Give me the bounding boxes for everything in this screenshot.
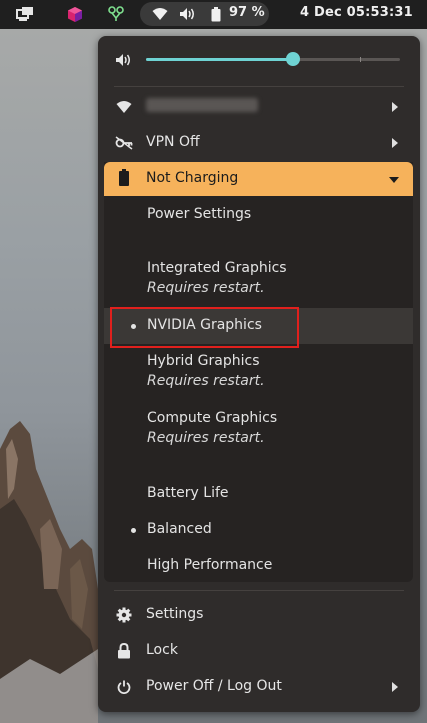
wifi-icon: [115, 98, 133, 116]
window-switcher-icon[interactable]: [16, 6, 34, 22]
chevron-right-icon: [392, 102, 398, 112]
chevron-right-icon: [392, 138, 398, 148]
separator: [114, 86, 404, 87]
selected-dot-icon: [131, 528, 136, 533]
graphics-option-label: Compute Graphics: [147, 410, 278, 426]
power-icon: [115, 678, 133, 696]
battery-icon: [211, 6, 221, 22]
power-off-label: Power Off / Log Out: [146, 678, 282, 694]
lock-menu-item[interactable]: Lock: [98, 640, 420, 662]
wifi-icon: [152, 6, 168, 22]
power-settings-item[interactable]: Power Settings: [104, 204, 413, 226]
power-profile-label: Battery Life: [147, 485, 229, 501]
wifi-menu-item[interactable]: [98, 96, 420, 118]
lock-icon: [115, 642, 133, 660]
graphics-option-note: Requires restart.: [147, 280, 265, 296]
network-tool-icon[interactable]: [107, 6, 125, 22]
power-profile-option[interactable]: Battery Life: [104, 483, 413, 505]
graphics-option-label: Hybrid Graphics: [147, 353, 260, 369]
power-profile-option[interactable]: High Performance: [104, 555, 413, 577]
power-profile-option[interactable]: Balanced: [104, 519, 413, 541]
wifi-network-name: [146, 98, 258, 112]
volume-slider-mark: [360, 57, 361, 62]
power-off-menu-item[interactable]: Power Off / Log Out: [98, 676, 420, 698]
separator: [114, 590, 404, 591]
system-tray[interactable]: 97 %: [140, 2, 269, 26]
power-menu-header[interactable]: Not Charging: [104, 162, 413, 196]
graphics-option-note: Requires restart.: [147, 430, 265, 446]
volume-slider-handle[interactable]: [286, 52, 300, 66]
system-menu: VPN Off Not Charging Power Settings Inte…: [98, 36, 420, 712]
graphics-option-label: Integrated Graphics: [147, 260, 287, 276]
highlight-box: [110, 307, 299, 348]
graphics-option[interactable]: Hybrid Graphics Requires restart.: [104, 351, 413, 393]
volume-slider[interactable]: [146, 52, 400, 66]
vpn-menu-item[interactable]: VPN Off: [98, 132, 420, 154]
power-settings-label: Power Settings: [147, 206, 252, 222]
top-bar: 97 % 4 Dec 05:53:31: [0, 0, 427, 29]
vpn-label: VPN Off: [146, 134, 200, 150]
graphics-option-note: Requires restart.: [147, 373, 265, 389]
clock[interactable]: 4 Dec 05:53:31: [300, 5, 413, 20]
battery-icon: [119, 169, 129, 186]
lock-label: Lock: [146, 642, 178, 658]
power-profile-label: Balanced: [147, 521, 212, 537]
graphics-option[interactable]: Integrated Graphics Requires restart.: [104, 258, 413, 300]
battery-percentage: 97 %: [229, 5, 265, 20]
graphics-option[interactable]: Compute Graphics Requires restart.: [104, 408, 413, 450]
volume-icon[interactable]: [115, 51, 133, 69]
power-profile-label: High Performance: [147, 557, 273, 573]
app-cube-icon[interactable]: [66, 6, 84, 22]
settings-menu-item[interactable]: Settings: [98, 604, 420, 626]
settings-label: Settings: [146, 606, 204, 622]
gear-icon: [115, 606, 133, 624]
power-status-label: Not Charging: [146, 170, 239, 186]
chevron-right-icon: [392, 682, 398, 692]
vpn-key-icon: [115, 134, 133, 152]
chevron-down-icon: [389, 177, 399, 183]
volume-icon: [179, 6, 197, 22]
volume-slider-fill: [146, 58, 293, 61]
